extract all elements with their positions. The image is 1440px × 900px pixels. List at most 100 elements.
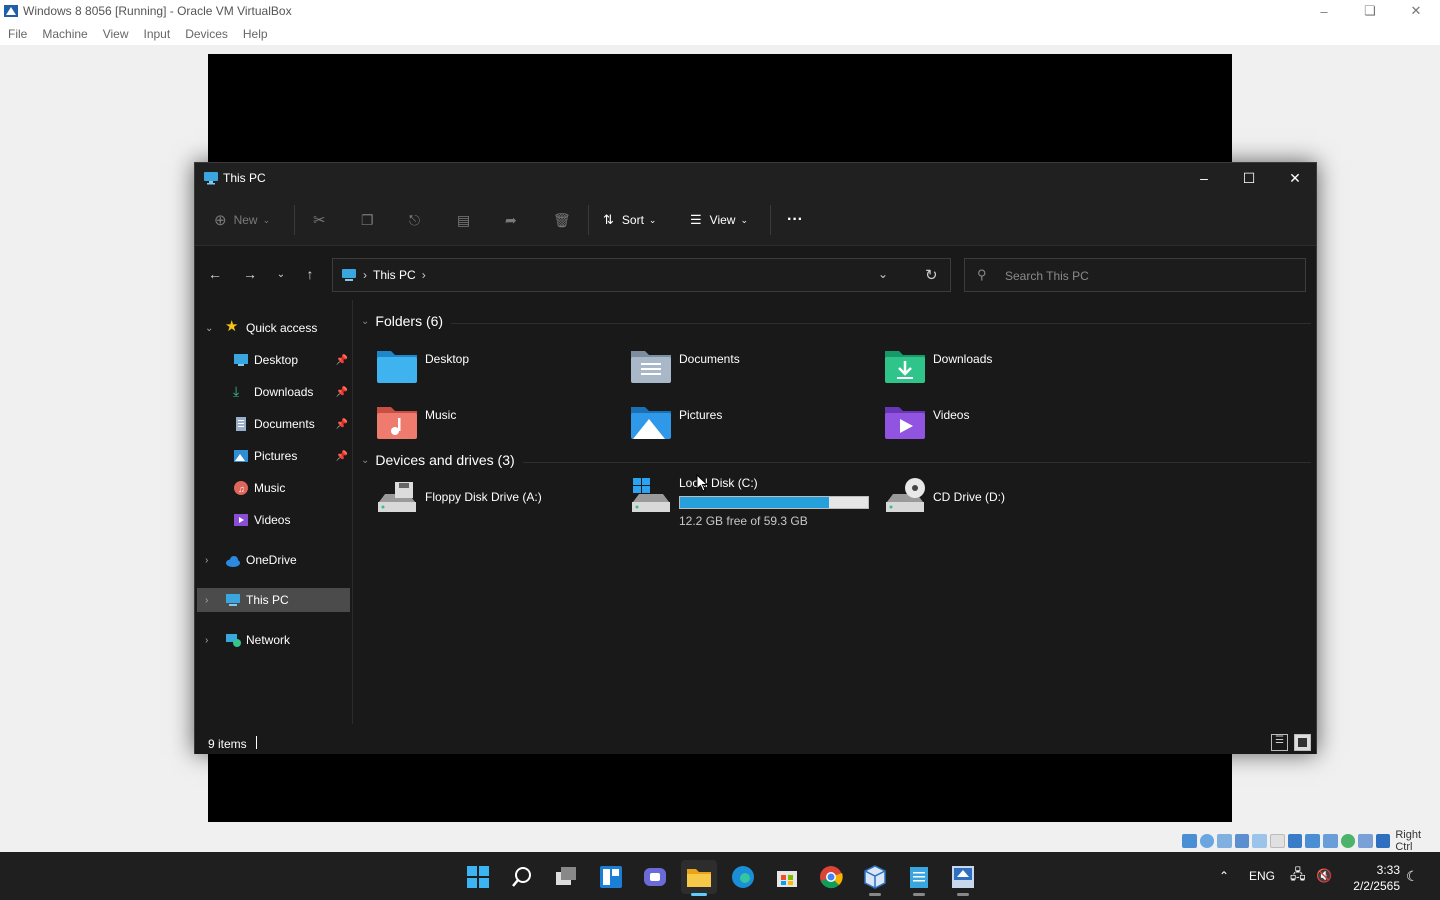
- pin-icon: 📌: [335, 354, 348, 366]
- start-button[interactable]: [460, 860, 496, 894]
- taskbar-clock[interactable]: 3:33 2/2/2565: [1344, 862, 1400, 894]
- chrome-button[interactable]: [813, 860, 849, 894]
- mouse-integration-status-icon[interactable]: [1358, 834, 1373, 848]
- breadcrumb-this-pc[interactable]: This PC: [373, 268, 416, 282]
- rename-button[interactable]: ▤: [457, 209, 470, 231]
- folder-tile-downloads[interactable]: Downloads: [883, 345, 1133, 395]
- vbox-restore-button[interactable]: ❏: [1347, 0, 1393, 22]
- hard-disk-status-icon[interactable]: [1182, 834, 1197, 848]
- nav-documents[interactable]: Documents 📌: [197, 412, 350, 436]
- nav-onedrive[interactable]: › OneDrive: [197, 548, 350, 572]
- back-button[interactable]: ←: [203, 262, 227, 286]
- folder-tile-documents[interactable]: Documents: [629, 345, 879, 395]
- chevron-right-icon: ›: [205, 554, 209, 566]
- large-icons-view-button[interactable]: [1294, 734, 1311, 751]
- shared-folders-status-icon[interactable]: [1270, 834, 1285, 848]
- input-language-indicator[interactable]: ENG: [1249, 852, 1275, 900]
- volume-tray-button[interactable]: 🔇: [1316, 852, 1332, 900]
- nav-quick-access[interactable]: ⌄ ★ Quick access: [197, 316, 350, 340]
- usb-status-icon[interactable]: [1252, 834, 1268, 848]
- recording-status-icon[interactable]: [1305, 834, 1320, 848]
- nav-downloads[interactable]: ⤓ Downloads 📌: [197, 380, 350, 404]
- chat-button[interactable]: [637, 860, 673, 894]
- share-button[interactable]: ➦: [505, 209, 517, 231]
- folder-tile-videos[interactable]: Videos: [883, 401, 1133, 451]
- menu-input[interactable]: Input: [144, 27, 171, 41]
- view-button[interactable]: ☰ View ⌄: [690, 209, 748, 231]
- widgets-button[interactable]: [593, 860, 629, 894]
- cut-button[interactable]: ✂: [313, 209, 326, 231]
- virtualbox-button[interactable]: [857, 860, 893, 896]
- nav-label: Downloads: [254, 385, 314, 399]
- refresh-icon[interactable]: ↻: [925, 266, 938, 284]
- notification-button[interactable]: ☾: [1406, 852, 1419, 900]
- forward-button[interactable]: →: [238, 262, 262, 286]
- nav-music[interactable]: ♫ Music: [197, 476, 350, 500]
- search-box[interactable]: ⚲ Search This PC: [964, 258, 1306, 292]
- nav-desktop[interactable]: Desktop 📌: [197, 348, 350, 372]
- keyboard-capture-status-icon[interactable]: [1375, 834, 1391, 848]
- more-options-button[interactable]: ···: [787, 209, 803, 231]
- folders-group-header[interactable]: ⌄ Folders (6): [361, 313, 443, 329]
- folder-tile-desktop[interactable]: Desktop: [375, 345, 625, 395]
- network-status-icon[interactable]: [1234, 834, 1250, 848]
- notepad-icon: [910, 867, 928, 888]
- notepad-button[interactable]: [901, 860, 937, 896]
- show-hidden-icons-button[interactable]: ⌃: [1219, 852, 1229, 900]
- new-button[interactable]: ⊕ New ⌄: [214, 209, 270, 231]
- vbox-close-button[interactable]: ✕: [1393, 0, 1439, 22]
- vbox-minimize-button[interactable]: –: [1301, 0, 1347, 22]
- guest-additions-status-icon[interactable]: [1340, 834, 1356, 848]
- chevron-down-icon: ⌄: [276, 268, 286, 280]
- explorer-close-button[interactable]: ✕: [1272, 163, 1318, 193]
- chevron-up-icon: ⌃: [1219, 869, 1230, 883]
- notification-icon: ☾: [1406, 867, 1419, 884]
- cmd-separator: [294, 205, 295, 235]
- menu-machine[interactable]: Machine: [42, 27, 87, 41]
- audio-status-icon[interactable]: [1217, 834, 1232, 848]
- network-tray-button[interactable]: 🖧: [1290, 852, 1306, 900]
- drives-group-header[interactable]: ⌄ Devices and drives (3): [361, 452, 515, 468]
- drive-tile-floppy[interactable]: Floppy Disk Drive (A:): [375, 476, 625, 526]
- copy-button[interactable]: ❐: [361, 209, 374, 231]
- taskbar-search-button[interactable]: [504, 860, 540, 894]
- edge-button[interactable]: [725, 860, 761, 894]
- nav-videos[interactable]: Videos: [197, 508, 350, 532]
- menu-help[interactable]: Help: [243, 27, 268, 41]
- address-bar[interactable]: › This PC › ⌄: [332, 258, 951, 292]
- cpu-status-icon[interactable]: [1322, 834, 1338, 848]
- recent-locations-button[interactable]: ⌄: [269, 262, 293, 286]
- file-explorer-taskbar-button[interactable]: [681, 860, 717, 896]
- drive-tile-cd[interactable]: CD Drive (D:): [883, 476, 1133, 526]
- vbox-manager-button[interactable]: [945, 860, 981, 896]
- star-icon: ★: [225, 318, 239, 335]
- menu-view[interactable]: View: [103, 27, 129, 41]
- nav-this-pc[interactable]: › This PC: [197, 588, 350, 612]
- file-explorer-icon: [687, 869, 711, 887]
- nav-network[interactable]: › Network: [197, 628, 350, 652]
- nav-pictures[interactable]: Pictures 📌: [197, 444, 350, 468]
- paste-button[interactable]: ⎋: [409, 209, 420, 231]
- cmd-separator: [588, 205, 589, 235]
- pin-icon: 📌: [335, 450, 348, 462]
- folder-tile-pictures[interactable]: Pictures: [629, 401, 879, 451]
- store-button[interactable]: [769, 860, 805, 894]
- navigation-bar: ← → ⌄ ↑ › This PC › ⌄ ↻ ⚲ Search This PC: [195, 246, 1316, 300]
- sort-button[interactable]: ⇅ Sort ⌄: [603, 209, 656, 231]
- explorer-minimize-button[interactable]: –: [1181, 163, 1227, 193]
- explorer-maximize-button[interactable]: ☐: [1226, 163, 1272, 193]
- folder-tile-music[interactable]: Music: [375, 401, 625, 451]
- status-divider: [256, 736, 257, 749]
- drive-tile-local-disk[interactable]: Local Disk (C:) 12.2 GB free of 59.3 GB: [629, 476, 889, 528]
- delete-button[interactable]: 🗑: [553, 209, 571, 231]
- chevron-right-icon[interactable]: ›: [422, 268, 426, 282]
- up-button[interactable]: ↑: [298, 262, 322, 286]
- details-view-button[interactable]: ☰: [1271, 734, 1288, 751]
- menu-file[interactable]: File: [8, 27, 27, 41]
- optical-drive-status-icon[interactable]: [1199, 834, 1215, 848]
- language-label: ENG: [1249, 869, 1276, 883]
- task-view-button[interactable]: [549, 860, 585, 894]
- display-status-icon[interactable]: [1287, 834, 1303, 848]
- menu-devices[interactable]: Devices: [185, 27, 228, 41]
- address-dropdown-icon[interactable]: ⌄: [878, 267, 888, 281]
